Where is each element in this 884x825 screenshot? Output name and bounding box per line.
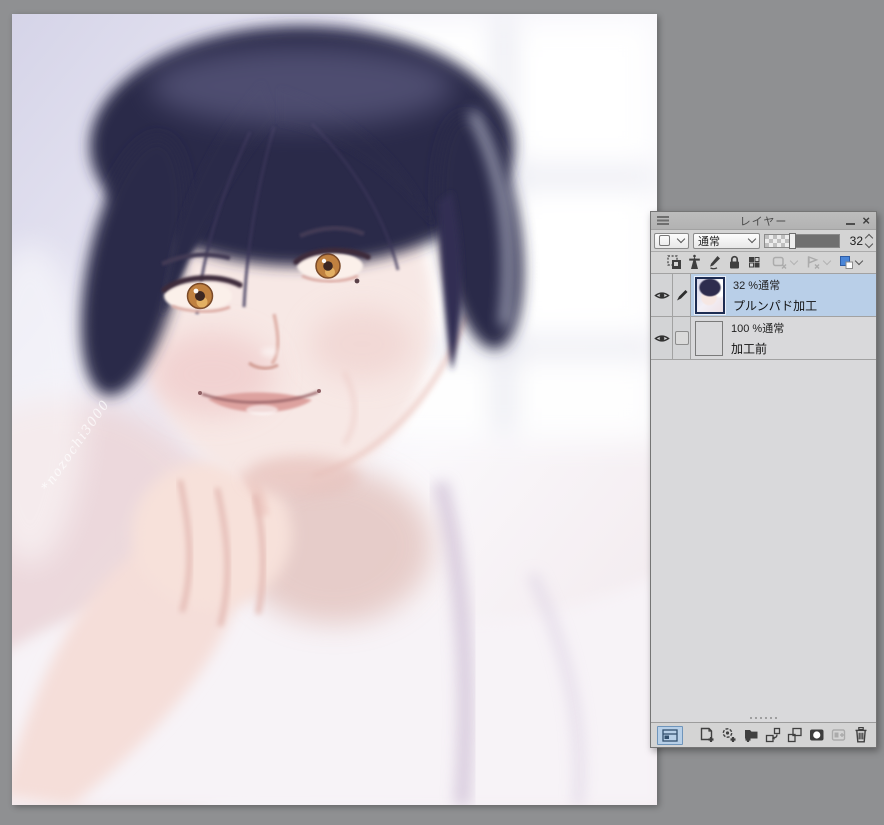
- reference-layer-button[interactable]: [686, 254, 703, 271]
- chevron-down-icon: [822, 256, 832, 266]
- layer-controls-row: 通常 32: [651, 230, 876, 252]
- new-folder-button[interactable]: [742, 726, 760, 744]
- blend-mode-dropdown[interactable]: 通常: [693, 232, 760, 249]
- draft-layer-icon: [710, 256, 720, 270]
- clip-to-layer-below-button[interactable]: [666, 254, 683, 271]
- layer-checkbox-cell[interactable]: [673, 317, 691, 359]
- lock-layer-button[interactable]: [726, 254, 743, 271]
- selection-source-icon: [807, 255, 820, 269]
- opacity-slider-handle[interactable]: [788, 232, 796, 249]
- reference-layer-icon: [689, 254, 700, 269]
- panel-resize-handle[interactable]: [651, 714, 876, 722]
- layer-checkbox[interactable]: [674, 331, 689, 345]
- layer-thumbnail[interactable]: [695, 320, 723, 356]
- pencil-icon: [676, 290, 687, 301]
- app-window: *nozochi3000 レイヤー × 通常 32 32 %通常 プルンパド加工…: [0, 0, 884, 825]
- layer-name: プルンパド加工: [733, 298, 818, 313]
- portrait-illustration: *nozochi3000: [12, 14, 657, 805]
- panel-title: レイヤー: [739, 215, 788, 228]
- palette-color-dropdown[interactable]: [838, 254, 864, 271]
- eye-icon: [653, 291, 670, 299]
- chevron-down-icon: [747, 234, 757, 244]
- close-icon[interactable]: ×: [862, 214, 870, 227]
- opacity-checker-track: [765, 234, 792, 247]
- mole: [354, 278, 360, 284]
- chevron-down-icon: [789, 256, 799, 266]
- layer-command-bar: [651, 252, 876, 274]
- new-layer-settings-icon: [722, 728, 736, 742]
- layer-type-dropdown[interactable]: [654, 232, 689, 249]
- layer-thumbnail[interactable]: [694, 275, 726, 315]
- opacity-value: 32: [849, 233, 863, 248]
- layer-entry[interactable]: 100 %通常 加工前: [691, 317, 876, 359]
- minimize-icon[interactable]: [846, 216, 856, 226]
- lock-transparent-pixels-button[interactable]: [746, 254, 763, 271]
- create-layer-mask-button[interactable]: [808, 726, 826, 744]
- eye-icon: [653, 334, 670, 342]
- ruler-range-icon: [772, 256, 787, 269]
- spin-down-icon[interactable]: [864, 239, 874, 248]
- draft-layer-button[interactable]: [706, 254, 723, 271]
- layer-entry[interactable]: 32 %通常 プルンパド加工: [691, 274, 876, 316]
- opacity-spinbox[interactable]: 32: [849, 233, 874, 248]
- layer-status: 32 %通常: [733, 279, 781, 292]
- merge-to-below-icon: [787, 727, 802, 743]
- delete-layer-button[interactable]: [852, 726, 870, 744]
- palette-layout-button[interactable]: [657, 725, 683, 745]
- lock-layer-icon: [730, 255, 739, 269]
- merge-to-below-button[interactable]: [786, 726, 804, 744]
- layer-visibility-toggle[interactable]: [651, 274, 673, 316]
- palette-layout-icon: [662, 728, 678, 742]
- layer-row[interactable]: 100 %通常 加工前: [651, 317, 876, 360]
- blend-mode-value: 通常: [698, 235, 720, 248]
- panel-titlebar: レイヤー ×: [651, 212, 876, 230]
- artwork-canvas[interactable]: *nozochi3000: [12, 14, 657, 805]
- layer-edit-indicator[interactable]: [673, 274, 691, 316]
- layer-status: 100 %通常: [731, 322, 785, 335]
- layer-shape-icon: [659, 235, 670, 246]
- trash-icon: [855, 727, 867, 743]
- apply-mask-icon: [831, 729, 846, 741]
- new-raster-layer-icon: [700, 727, 714, 742]
- layer-list: 32 %通常 プルンパド加工 100 %通常 加工前: [651, 274, 876, 714]
- chevron-down-icon: [676, 234, 686, 244]
- layer-row[interactable]: 32 %通常 プルンパド加工: [651, 274, 876, 317]
- layers-panel: レイヤー × 通常 32 32 %通常 プルンパド加工 100 %通常 加工前: [650, 211, 877, 748]
- create-layer-mask-icon: [810, 729, 824, 741]
- transfer-to-below-button[interactable]: [764, 726, 782, 744]
- layer-visibility-toggle[interactable]: [651, 317, 673, 359]
- new-raster-layer-button[interactable]: [698, 726, 716, 744]
- transfer-to-below-icon: [765, 727, 781, 743]
- selection-source-dropdown[interactable]: [804, 254, 832, 271]
- new-layer-settings-button[interactable]: [720, 726, 738, 744]
- layer-bottom-toolbar: [651, 722, 876, 747]
- palette-color-icon: [840, 256, 853, 269]
- ruler-range-dropdown[interactable]: [771, 254, 799, 271]
- layer-name: 加工前: [731, 341, 768, 356]
- clip-to-layer-below-icon: [667, 255, 681, 269]
- lock-transparent-pixels-icon: [749, 257, 760, 268]
- chevron-down-icon: [854, 256, 864, 266]
- opacity-slider[interactable]: [764, 232, 840, 249]
- spinner-arrows[interactable]: [864, 233, 874, 248]
- apply-mask-button[interactable]: [830, 726, 848, 744]
- new-folder-icon: [745, 730, 758, 742]
